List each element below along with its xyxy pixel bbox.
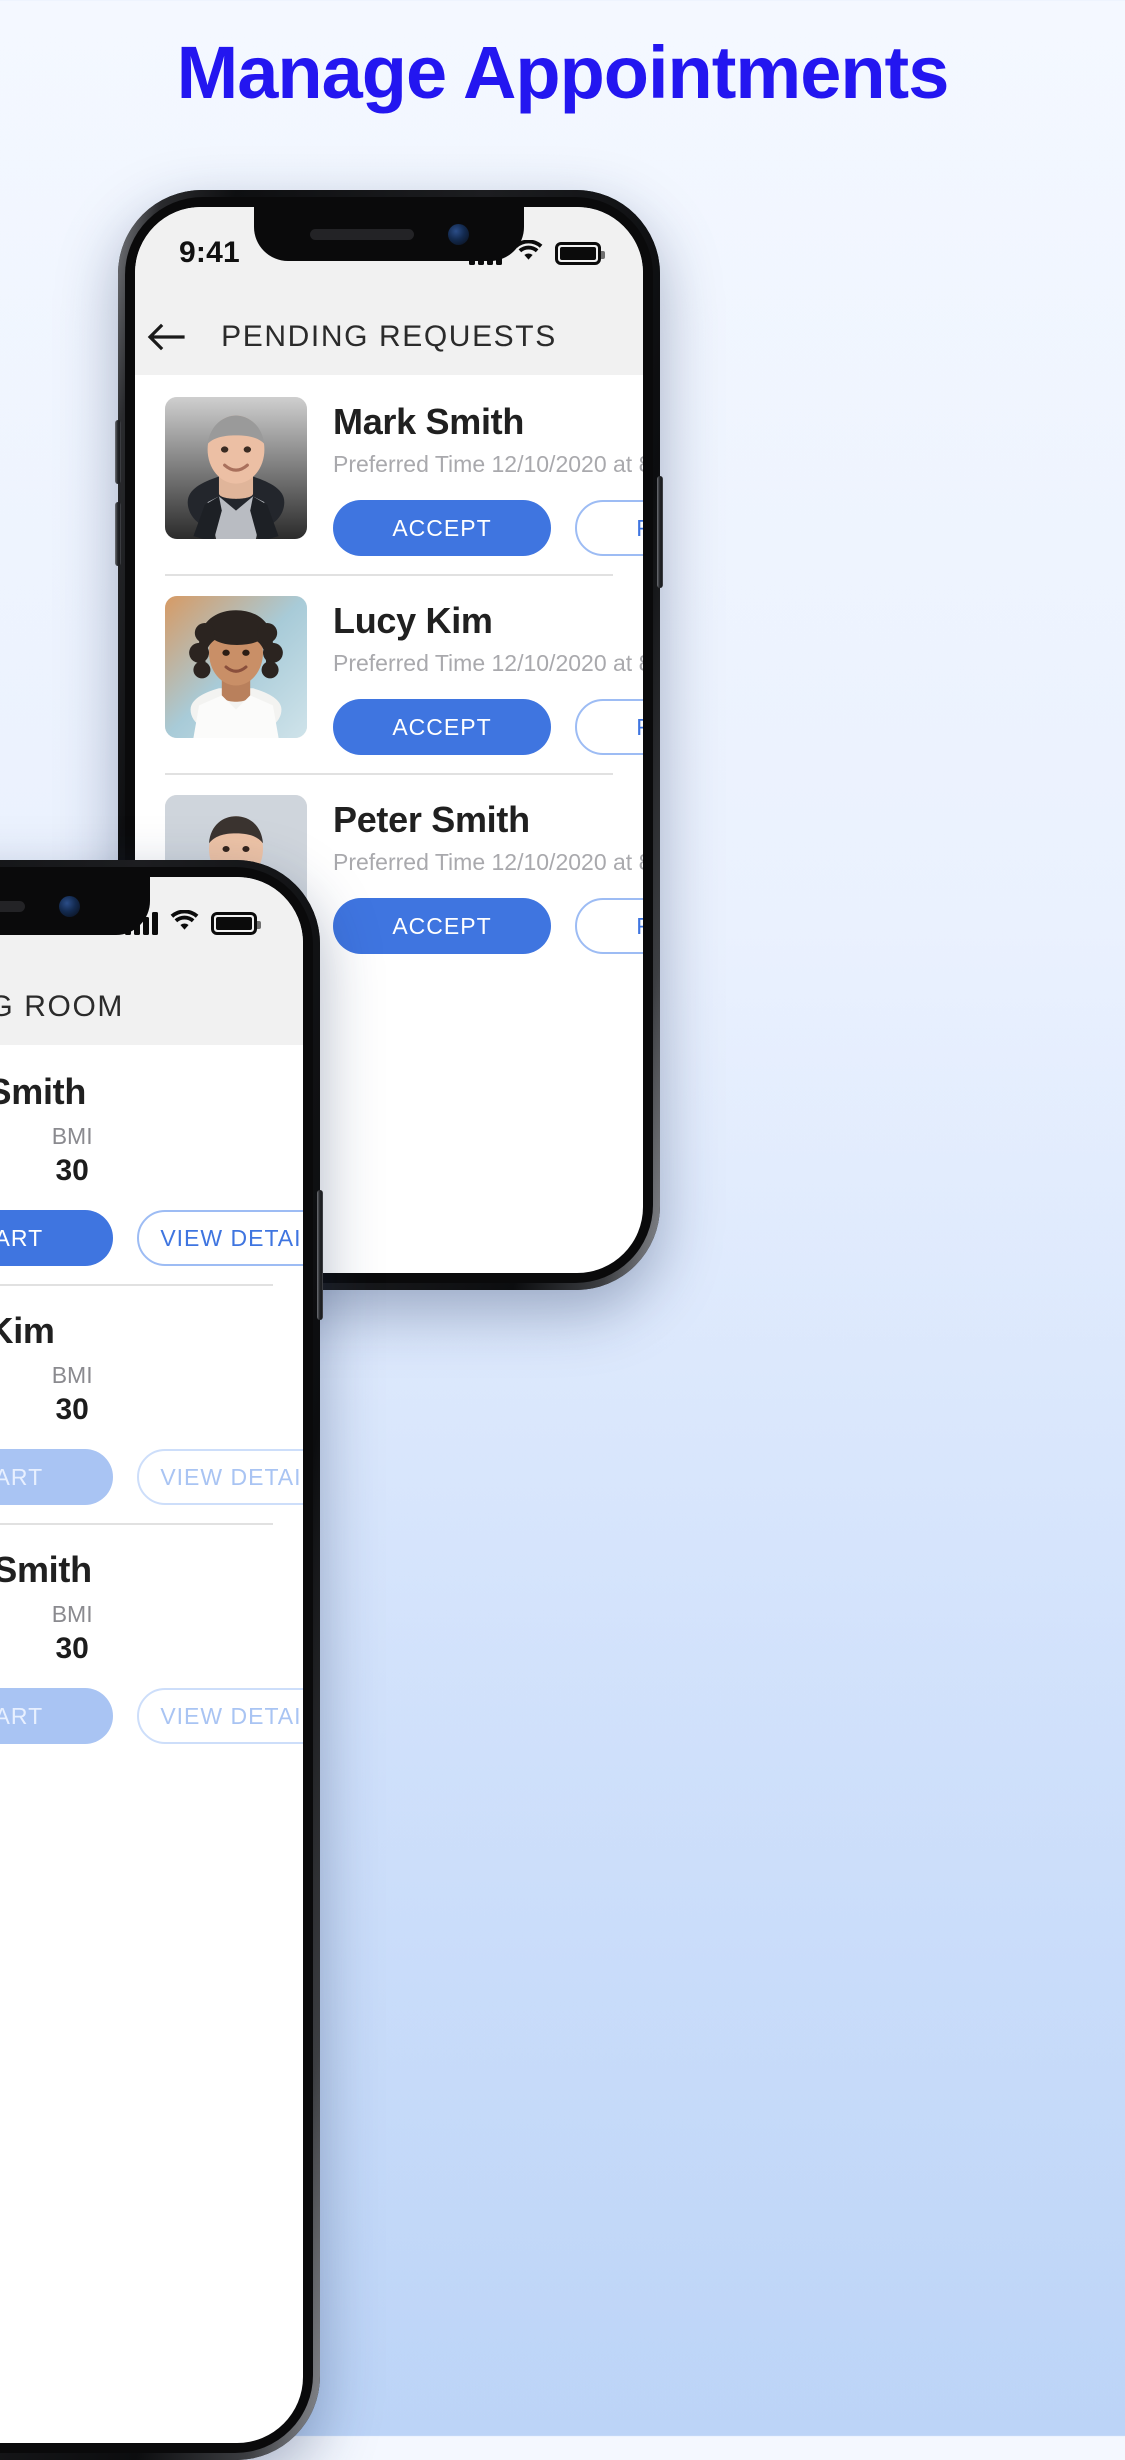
metric-bmi: BMI 30 xyxy=(52,1601,93,1666)
back-arrow-icon[interactable] xyxy=(135,323,197,351)
patient-name: Peter Smith xyxy=(333,799,530,840)
row-body: Lucy Kim Weight 10 kg BMI 30 START xyxy=(0,1306,303,1505)
app-bar-title: PENDING REQUESTS xyxy=(221,320,557,353)
row-actions: ACCEPT REJECT xyxy=(333,699,643,755)
metric-label: BMI xyxy=(51,1601,93,1627)
phone-mockup-waiting-room: 9:41 WAITING ROOM xyxy=(0,860,323,2460)
phone-screen-waiting-room: 9:41 WAITING ROOM xyxy=(0,877,303,2443)
row-body: Mark Smith Weight 10 kg BMI 30 START xyxy=(0,1067,303,1266)
start-button[interactable]: START xyxy=(0,1449,113,1505)
view-details-button[interactable]: VIEW DETAILS xyxy=(137,1688,303,1744)
accept-button[interactable]: ACCEPT xyxy=(333,500,551,556)
row-body: Mark Smith Preferred Time 12/10/2020 at … xyxy=(307,397,643,556)
view-details-button[interactable]: VIEW DETAILS xyxy=(137,1210,303,1266)
reject-button[interactable]: REJECT xyxy=(575,898,643,954)
wifi-icon xyxy=(170,909,199,937)
patient-name: Lucy Kim xyxy=(333,600,493,641)
power-button[interactable] xyxy=(317,1190,323,1320)
battery-full-icon xyxy=(555,241,605,265)
metric-bmi: BMI 30 xyxy=(52,1362,93,1427)
row-body: Lucy Kim Preferred Time 12/10/2020 at 8:… xyxy=(307,596,643,755)
volume-down-button[interactable] xyxy=(115,502,121,566)
app-bar-title: WAITING ROOM xyxy=(0,990,125,1023)
patient-name: Lucy Kim xyxy=(0,1310,55,1351)
earpiece-speaker-icon xyxy=(0,900,25,912)
metric-label: BMI xyxy=(51,1123,93,1149)
row-body: Peter Smith Weight 10 kg BMI 30 START xyxy=(0,1545,303,1744)
patient-name: Peter Smith xyxy=(0,1549,92,1590)
metric-value: 30 xyxy=(55,1393,89,1426)
table-row[interactable]: Lucy Kim Weight 10 kg BMI 30 START xyxy=(0,1284,303,1523)
preferred-time: Preferred Time 12/10/2020 at 8:00 AM xyxy=(333,849,643,875)
reject-button[interactable]: REJECT xyxy=(575,699,643,755)
patient-metrics: Weight 10 kg BMI 30 xyxy=(0,1362,303,1427)
row-actions: START VIEW DETAILS xyxy=(0,1688,303,1744)
app-bar: WAITING ROOM xyxy=(0,969,303,1045)
accept-button[interactable]: ACCEPT xyxy=(333,699,551,755)
patient-name: Mark Smith xyxy=(333,401,525,442)
metric-value: 30 xyxy=(55,1154,89,1187)
notch xyxy=(254,207,524,261)
reject-button[interactable]: REJECT xyxy=(575,500,643,556)
earpiece-speaker-icon xyxy=(309,228,414,240)
power-button[interactable] xyxy=(657,476,663,588)
metric-label: BMI xyxy=(51,1362,93,1388)
avatar xyxy=(165,596,307,738)
volume-up-button[interactable] xyxy=(115,420,121,484)
table-row[interactable]: Mark Smith Weight 10 kg BMI 30 START xyxy=(0,1045,303,1284)
app-bar: PENDING REQUESTS xyxy=(135,299,643,375)
row-body: Peter Smith Preferred Time 12/10/2020 at… xyxy=(307,795,643,954)
page-title: Manage Appointments xyxy=(176,31,950,114)
avatar xyxy=(165,397,307,539)
front-camera-icon xyxy=(447,223,469,245)
table-row[interactable]: Mark Smith Preferred Time 12/10/2020 at … xyxy=(135,375,643,574)
front-camera-icon xyxy=(58,895,80,917)
patient-metrics: Weight 10 kg BMI 30 xyxy=(0,1601,303,1666)
waiting-room-list: Mark Smith Weight 10 kg BMI 30 START xyxy=(0,1045,303,1762)
table-row[interactable]: Lucy Kim Preferred Time 12/10/2020 at 8:… xyxy=(135,574,643,773)
accept-button[interactable]: ACCEPT xyxy=(333,898,551,954)
row-actions: START VIEW DETAILS xyxy=(0,1210,303,1266)
notch xyxy=(0,877,150,935)
battery-full-icon xyxy=(211,911,261,935)
view-details-button[interactable]: VIEW DETAILS xyxy=(137,1449,303,1505)
start-button[interactable]: START xyxy=(0,1210,113,1266)
metric-bmi: BMI 30 xyxy=(52,1123,93,1188)
patient-name: Mark Smith xyxy=(0,1071,87,1112)
patient-metrics: Weight 10 kg BMI 30 xyxy=(0,1123,303,1188)
row-actions: ACCEPT REJECT xyxy=(333,500,643,556)
table-row[interactable]: Peter Smith Weight 10 kg BMI 30 START xyxy=(0,1523,303,1762)
metric-value: 30 xyxy=(55,1632,89,1665)
row-actions: START VIEW DETAILS xyxy=(0,1449,303,1505)
preferred-time: Preferred Time 12/10/2020 at 8:00 AM xyxy=(333,650,643,676)
status-time: 9:41 xyxy=(179,236,240,269)
preferred-time: Preferred Time 12/10/2020 at 8:00 AM xyxy=(333,451,643,477)
start-button[interactable]: START xyxy=(0,1688,113,1744)
row-actions: ACCEPT REJECT xyxy=(333,898,643,954)
